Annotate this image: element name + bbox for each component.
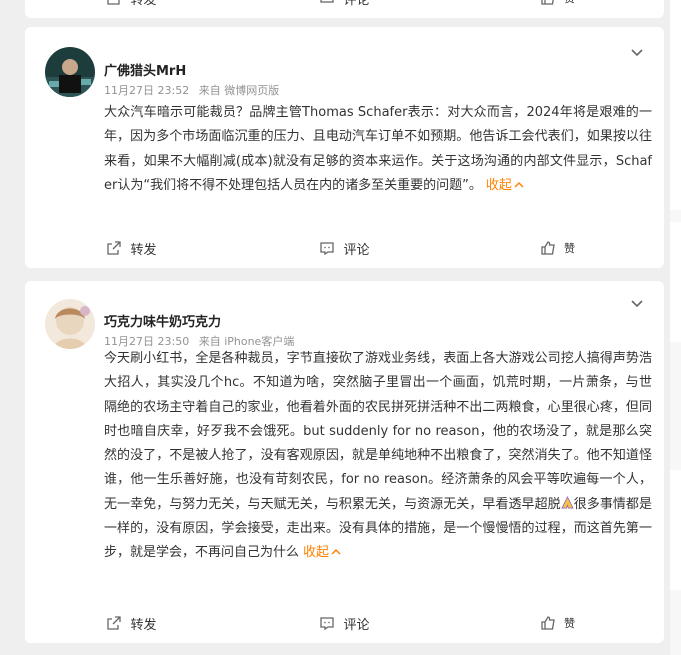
chevron-down-icon[interactable]	[630, 297, 644, 311]
post-actions: 转发 评论 赞	[25, 228, 664, 268]
collapse-link[interactable]: 收起	[486, 178, 524, 193]
avatar[interactable]	[45, 47, 95, 97]
avatar[interactable]	[45, 299, 95, 349]
repost-icon	[107, 616, 122, 630]
prev-post-card: 转发 评论 赞	[25, 0, 664, 18]
thumbs-up-icon	[541, 616, 555, 630]
comment-icon	[320, 0, 335, 3]
repost-icon	[107, 0, 121, 5]
repost-button[interactable]: 转发	[25, 228, 238, 268]
sidebar-block	[670, 470, 681, 590]
like-button[interactable]: 赞	[451, 228, 664, 268]
comment-button[interactable]: 评论	[238, 603, 451, 643]
comment-icon	[320, 617, 335, 631]
author-name[interactable]: 广佛猎头MrH	[104, 60, 186, 79]
like-button[interactable]: 赞	[451, 603, 664, 643]
thumbs-up-icon	[541, 241, 555, 255]
collapse-link[interactable]: 收起	[303, 545, 341, 560]
comment-button[interactable]: 评论	[238, 228, 451, 268]
author-name[interactable]: 巧克力味牛奶巧克力	[104, 311, 221, 330]
thumbs-up-icon	[541, 0, 554, 5]
right-sidebar-edge	[670, 0, 681, 655]
chevron-up-icon	[514, 181, 524, 188]
post-date[interactable]: 11月27日 23:52	[104, 84, 189, 97]
post-text: 今天刷小红书，全是各种裁员，字节直接砍了游戏业务线，表面上各大游戏公司挖人搞得声…	[104, 351, 652, 561]
post-text: 大众汽车暗示可能裁员？品牌主管Thomas Schafer表示：对大众而言，20…	[104, 105, 652, 193]
prev-post-actions: 转发 评论 赞	[25, 0, 664, 18]
repost-icon	[107, 241, 122, 255]
like-button[interactable]: 赞	[451, 0, 664, 18]
sidebar-block	[670, 0, 681, 210]
sidebar-block	[670, 222, 681, 342]
chevron-up-icon	[331, 549, 341, 555]
chevron-down-icon[interactable]	[630, 46, 644, 60]
post-meta: 11月27日 23:52 来自 微博网页版	[104, 82, 285, 98]
avatar-image	[45, 299, 95, 349]
comment-icon	[320, 242, 335, 256]
praying-hands-emoji-icon	[561, 495, 574, 509]
post-card: 广佛猎头MrH 11月27日 23:52 来自 微博网页版 大众汽车暗示可能裁员…	[25, 27, 664, 268]
repost-button[interactable]: 转发	[25, 0, 238, 18]
post-actions: 转发 评论 赞	[25, 603, 664, 643]
avatar-image	[45, 47, 95, 97]
comment-button[interactable]: 评论	[238, 0, 451, 18]
post-card: 巧克力味牛奶巧克力 11月27日 23:50 来自 iPhone客户端 今天刷小…	[25, 281, 664, 643]
post-source: 来自 微博网页版	[198, 84, 280, 97]
repost-button[interactable]: 转发	[25, 603, 238, 643]
